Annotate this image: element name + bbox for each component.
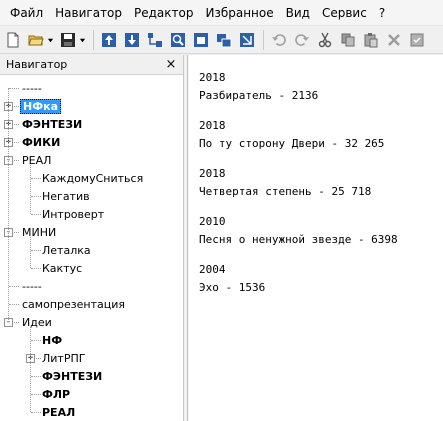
toolbar-separator: [93, 30, 94, 50]
menu-editor[interactable]: Редактор: [128, 0, 199, 26]
tree-item[interactable]: -----: [0, 277, 183, 295]
open-folder-icon[interactable]: [26, 30, 46, 50]
editor-area[interactable]: 2018 Разбиратель - 2136 2018 По ту сторону …: [189, 55, 443, 421]
menu-navigator[interactable]: Навигатор: [49, 0, 128, 26]
entry-year: 2010: [199, 215, 226, 228]
save-dropdown-icon[interactable]: [78, 30, 86, 50]
undo-icon[interactable]: [269, 30, 289, 50]
toolbar: [0, 27, 443, 54]
tree-item[interactable]: РЕАЛ: [0, 403, 183, 421]
entry-text: Эхо - 1536: [199, 281, 266, 294]
tree-item[interactable]: - Идеи: [0, 313, 183, 331]
tree-branch-line: [30, 237, 31, 268]
add-child-icon[interactable]: [145, 30, 165, 50]
tree-item-label: Интроверт: [42, 207, 105, 221]
tree-connector: [9, 88, 19, 89]
navigator-header: Навигатор ×: [0, 55, 183, 75]
cut-icon[interactable]: [315, 30, 335, 50]
window-icon[interactable]: [191, 30, 211, 50]
tree-item-label: РЕАЛ: [22, 153, 52, 167]
move-up-icon[interactable]: [99, 30, 119, 50]
tree-item[interactable]: Леталка: [0, 241, 183, 259]
navigator-panel: Навигатор × ----- + НФка + ФЭНТЕЗИ + ФИКИ - РЕАЛ…: [0, 55, 184, 421]
entry-text: Разбиратель - 2136: [199, 89, 319, 102]
tree-item-label: ФЛР: [42, 387, 71, 401]
menu-bar: Файл Навигатор Редактор Избранное Вид Се…: [0, 0, 443, 26]
move-down-icon[interactable]: [122, 30, 142, 50]
menu-help[interactable]: ?: [373, 0, 391, 26]
tree-item-label: Идеи: [22, 315, 52, 329]
panel-splitter[interactable]: [184, 55, 188, 421]
tree-item-label: ФИКИ: [22, 135, 61, 149]
tree-item[interactable]: - МИНИ: [0, 223, 183, 241]
tree-item[interactable]: -----: [0, 79, 183, 97]
tree-item[interactable]: + НФка: [0, 97, 183, 115]
tree-branch-line: [30, 327, 31, 412]
close-icon[interactable]: ×: [165, 58, 177, 71]
entry-text: Четвертая степень - 25 718: [199, 185, 372, 198]
entry-text: Песня о ненужной звезде - 6398: [199, 233, 398, 246]
tree-item[interactable]: - РЕАЛ: [0, 151, 183, 169]
tree-item[interactable]: Интроверт: [0, 205, 183, 223]
tree-item-label: ФЭНТЕЗИ: [42, 369, 103, 383]
tree-item-label: -----: [22, 279, 42, 293]
tree-item[interactable]: НФ: [0, 331, 183, 349]
tree-item[interactable]: Негатив: [0, 187, 183, 205]
tree-item-label: РЕАЛ: [42, 405, 76, 419]
navigator-title: Навигатор: [6, 58, 68, 71]
tree-branch-line: [30, 165, 31, 214]
properties-icon[interactable]: [407, 30, 427, 50]
new-document-icon[interactable]: [3, 30, 23, 50]
entry-year: 2018: [199, 167, 226, 180]
tree-item-label: самопрезентация: [22, 297, 125, 311]
tile-windows-icon[interactable]: [214, 30, 234, 50]
navigator-tree: ----- + НФка + ФЭНТЕЗИ + ФИКИ - РЕАЛ КаждомуСнить…: [0, 75, 183, 421]
entry-year: 2018: [199, 119, 226, 132]
tree-item-label: ЛитРПГ: [42, 351, 86, 365]
entry-year: 2004: [199, 263, 226, 276]
toolbar-separator: [263, 30, 264, 50]
entry-year: 2018: [199, 71, 226, 84]
tree-item[interactable]: + ФИКИ: [0, 133, 183, 151]
tree-item-label: КаждомуСниться: [42, 171, 144, 185]
copy-icon[interactable]: [338, 30, 358, 50]
tree-item[interactable]: Кактус: [0, 259, 183, 277]
tree-spine: [8, 88, 9, 322]
tree-item-label: НФка: [20, 98, 62, 114]
menu-favorites[interactable]: Избранное: [199, 0, 279, 26]
tree-item-label: Кактус: [42, 261, 83, 275]
open-dropdown-icon[interactable]: [46, 30, 54, 50]
menu-view[interactable]: Вид: [280, 0, 316, 26]
save-icon[interactable]: [58, 30, 78, 50]
tree-item-label: -----: [22, 81, 42, 95]
tree-item-label: ФЭНТЕЗИ: [22, 117, 83, 131]
tree-item-label: Негатив: [42, 189, 90, 203]
find-icon[interactable]: [168, 30, 188, 50]
paste-icon[interactable]: [361, 30, 381, 50]
collapse-icon[interactable]: [237, 30, 257, 50]
menu-service[interactable]: Сервис: [316, 0, 373, 26]
tree-connector: [9, 286, 19, 287]
tree-item[interactable]: ФЛР: [0, 385, 183, 403]
menu-file[interactable]: Файл: [4, 0, 49, 26]
tree-item-label: МИНИ: [22, 225, 57, 239]
tree-item[interactable]: КаждомуСниться: [0, 169, 183, 187]
tree-item[interactable]: самопрезентация: [0, 295, 183, 313]
entry-text: По ту сторону Двери - 32 265: [199, 137, 385, 150]
tree-item[interactable]: + ЛитРПГ: [0, 349, 183, 367]
redo-icon[interactable]: [292, 30, 312, 50]
delete-icon[interactable]: [384, 30, 404, 50]
tree-item[interactable]: + ФЭНТЕЗИ: [0, 115, 183, 133]
tree-connector: [9, 304, 19, 305]
tree-item-label: Леталка: [42, 243, 91, 257]
tree-item-label: НФ: [42, 333, 63, 347]
tree-item[interactable]: ФЭНТЕЗИ: [0, 367, 183, 385]
